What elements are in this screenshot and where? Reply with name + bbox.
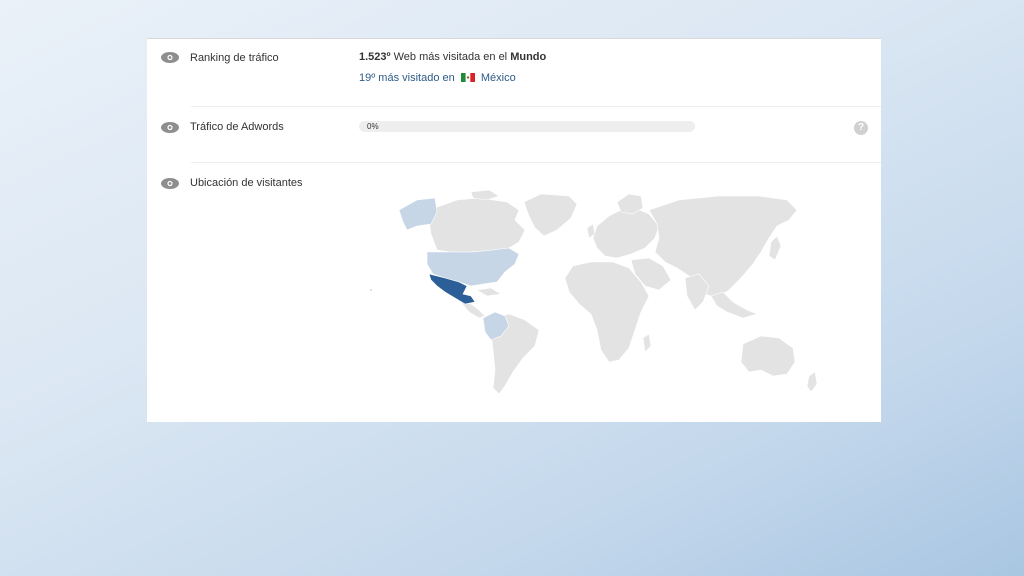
map-greenland (523, 193, 578, 237)
map-se-asia (710, 291, 758, 319)
row-divider (191, 162, 881, 163)
ranking-label: Ranking de tráfico (190, 52, 279, 64)
adwords-progress-bar: 0% (359, 121, 695, 132)
map-hawaii (369, 288, 373, 292)
country-rank-text: 19º más visitado en (359, 72, 455, 84)
world-rank: 1.523º Web más visitada en el Mundo (359, 51, 546, 63)
eye-icon[interactable] (161, 122, 179, 133)
world-rank-scope: Mundo (510, 51, 547, 63)
map-new-zealand (806, 371, 818, 393)
world-rank-number: 1.523º (359, 51, 391, 63)
country-rank: 19º más visitado en México (359, 72, 516, 84)
map-canada (428, 197, 526, 253)
eye-icon[interactable] (161, 52, 179, 63)
eye-icon[interactable] (161, 178, 179, 189)
map-australia (740, 335, 796, 377)
mexico-flag-icon (460, 73, 475, 82)
visitor-location-label: Ubicación de visitantes (190, 177, 303, 189)
map-europe (592, 207, 660, 259)
adwords-label: Tráfico de Adwords (190, 121, 284, 133)
visitor-world-map[interactable] (359, 190, 827, 404)
map-caribbean (476, 287, 502, 297)
website-stats-panel: Ranking de tráfico 1.523º Web más visita… (147, 38, 881, 422)
row-divider (191, 106, 881, 107)
panel-top-border (147, 38, 881, 39)
adwords-progress-value: 0% (367, 122, 379, 131)
world-rank-text: Web más visitada en el (393, 51, 508, 63)
map-madagascar (642, 333, 652, 353)
map-arctic-islands (470, 190, 500, 201)
map-japan (768, 235, 782, 261)
country-name[interactable]: México (481, 72, 516, 84)
help-icon[interactable]: ? (854, 121, 868, 135)
map-central-america (460, 301, 486, 319)
map-africa (564, 261, 650, 363)
